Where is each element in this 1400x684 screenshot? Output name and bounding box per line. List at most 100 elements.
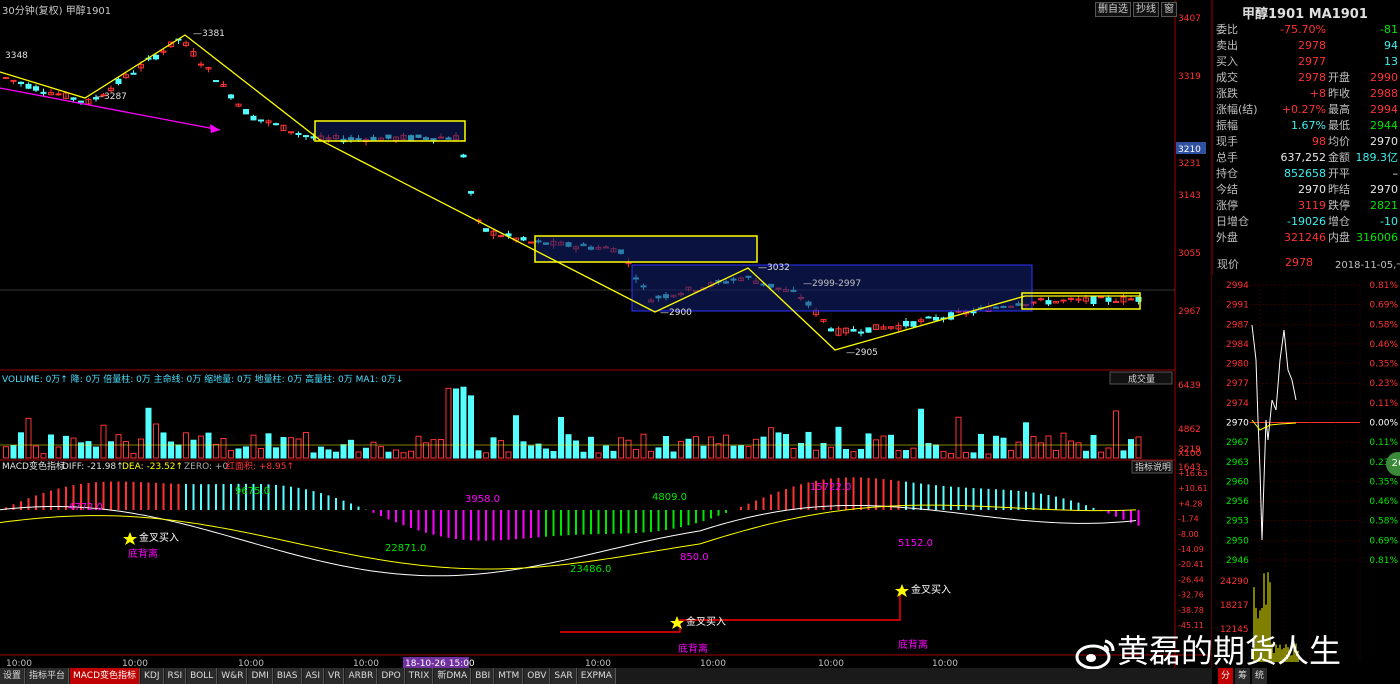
indicator-tab[interactable]: TRIX xyxy=(406,668,434,684)
window-button[interactable]: 窗 xyxy=(1161,2,1177,17)
volume-bar xyxy=(146,408,151,458)
quote-value-2: -81 xyxy=(1380,22,1398,38)
macd-dea: DEA: -23.52↑ xyxy=(122,462,183,472)
quote-row: 卖出 2978 94 xyxy=(1212,38,1400,54)
intraday-pct: 0.23% xyxy=(1369,379,1398,389)
intraday-pct: 0.35% xyxy=(1369,477,1398,487)
candle xyxy=(911,322,916,327)
quote-label-2: 昨结 xyxy=(1328,182,1350,198)
indicator-tab[interactable]: EXPMA xyxy=(578,668,616,684)
volume-bar xyxy=(154,424,159,458)
indicator-tab[interactable]: 指标平台 xyxy=(26,668,69,684)
quote-label-2: 开平 xyxy=(1328,166,1350,182)
quote-label: 今结 xyxy=(1216,182,1238,198)
quote-value-2: 2988 xyxy=(1370,86,1398,102)
volume-bar xyxy=(1061,433,1066,458)
volume-bar xyxy=(656,448,661,458)
quote-value: 3119 xyxy=(1298,198,1326,214)
volume-bar xyxy=(266,434,271,458)
volume-bar xyxy=(986,454,991,458)
volume-bar xyxy=(206,433,211,458)
indicator-tab[interactable]: RSI xyxy=(165,668,187,684)
volume-bar xyxy=(326,450,331,458)
indicator-tab[interactable]: SAR xyxy=(551,668,576,684)
volume-bar xyxy=(604,446,609,458)
indicator-tab[interactable]: DMI xyxy=(248,668,272,684)
volume-bar xyxy=(296,439,301,458)
candle xyxy=(11,80,16,81)
indicator-tab[interactable]: BBI xyxy=(472,668,494,684)
macd-annotation: 15722.0 xyxy=(810,482,851,493)
volume-button: 成交量 xyxy=(1128,373,1155,385)
macd-legend: MACD变色指标 xyxy=(2,460,65,472)
price-label: 现价 xyxy=(1217,256,1239,272)
remove-watchlist-button[interactable]: 删自选 xyxy=(1095,2,1131,17)
macd-button: 指标说明 xyxy=(1135,461,1171,473)
volume-bar xyxy=(409,451,414,458)
indicator-tab[interactable]: BIAS xyxy=(274,668,302,684)
volume-bar xyxy=(221,439,226,458)
volume-bar xyxy=(739,446,744,458)
candle xyxy=(34,87,39,90)
volume-bar xyxy=(911,448,916,458)
volume-bar xyxy=(86,442,91,458)
candle xyxy=(244,110,249,114)
indicator-tab[interactable]: KDJ xyxy=(141,668,164,684)
quote-value-2: -10 xyxy=(1380,214,1398,230)
quote-label: 现手 xyxy=(1216,134,1238,150)
indicator-tab[interactable]: BOLL xyxy=(187,668,217,684)
indicator-tab[interactable]: VR xyxy=(325,668,344,684)
indicator-tab[interactable]: W&R xyxy=(218,668,247,684)
indicator-tab[interactable]: ASI xyxy=(303,668,325,684)
indicator-tab-bar: 设置 指标平台 MACD变色指标 KDJ RSI BOLL W&R DMI BIAS ASI VR A… xyxy=(0,668,1212,684)
volume-bar xyxy=(1031,436,1036,458)
macd-red: 红面积: +8.95↑ xyxy=(226,460,294,472)
volume-bar xyxy=(469,396,474,458)
quote-label: 日增仓 xyxy=(1216,214,1249,230)
macd-tick: -20.41 xyxy=(1178,560,1204,569)
volume-bar xyxy=(724,435,729,458)
indicator-tab[interactable]: 新DMA xyxy=(434,668,471,684)
volume-bar xyxy=(791,448,796,458)
quote-label: 委比 xyxy=(1216,22,1238,38)
quote-value-2: 2821 xyxy=(1370,198,1398,214)
volume-bar xyxy=(319,447,324,458)
price-highlight-label: 3210 xyxy=(1178,145,1201,155)
quote-value: 98 xyxy=(1312,134,1326,150)
quote-value-2: 189.3亿 xyxy=(1356,150,1399,166)
quote-value: 852658 xyxy=(1284,166,1326,182)
draw-line-button[interactable]: 抄线 xyxy=(1133,2,1159,17)
volume-bar xyxy=(889,435,894,458)
volume-bar xyxy=(499,441,504,458)
indicator-tab[interactable]: OBV xyxy=(524,668,550,684)
candle xyxy=(469,192,474,194)
chart-title: 30分钟(复权) 甲醇1901 xyxy=(2,2,111,17)
intraday-tick: 2994 xyxy=(1226,281,1249,291)
volume-bar xyxy=(574,441,579,458)
quote-value: +8 xyxy=(1310,86,1326,102)
volume-bar xyxy=(1121,451,1126,458)
weibo-icon xyxy=(1075,637,1117,669)
indicator-tab[interactable]: MTM xyxy=(495,668,523,684)
indicator-tab[interactable]: DPO xyxy=(378,668,404,684)
volume-bar xyxy=(124,442,129,458)
indicator-tab[interactable]: MACD变色指标 xyxy=(70,668,140,684)
volume-bar xyxy=(169,442,174,458)
volume-bar xyxy=(934,445,939,458)
quote-value: 2978 xyxy=(1298,70,1326,86)
volume-bar xyxy=(19,433,24,458)
intraday-tick: 2950 xyxy=(1226,536,1249,546)
volume-bar xyxy=(649,451,654,458)
indicator-tab[interactable]: 设置 xyxy=(0,668,25,684)
macd-tick: +10.61 xyxy=(1178,484,1208,493)
indicator-tab[interactable]: ARBR xyxy=(345,668,377,684)
quote-label-2: 开盘 xyxy=(1328,70,1350,86)
volume-bar xyxy=(1084,451,1089,458)
quote-value-2: 316006 xyxy=(1356,230,1398,246)
quote-label: 涨幅(结) xyxy=(1216,102,1258,118)
volume-bar xyxy=(919,409,924,458)
intraday-tick: 2956 xyxy=(1226,497,1249,507)
candle xyxy=(214,81,219,82)
quote-label-2: 内盘 xyxy=(1328,230,1350,246)
candle xyxy=(859,332,864,333)
